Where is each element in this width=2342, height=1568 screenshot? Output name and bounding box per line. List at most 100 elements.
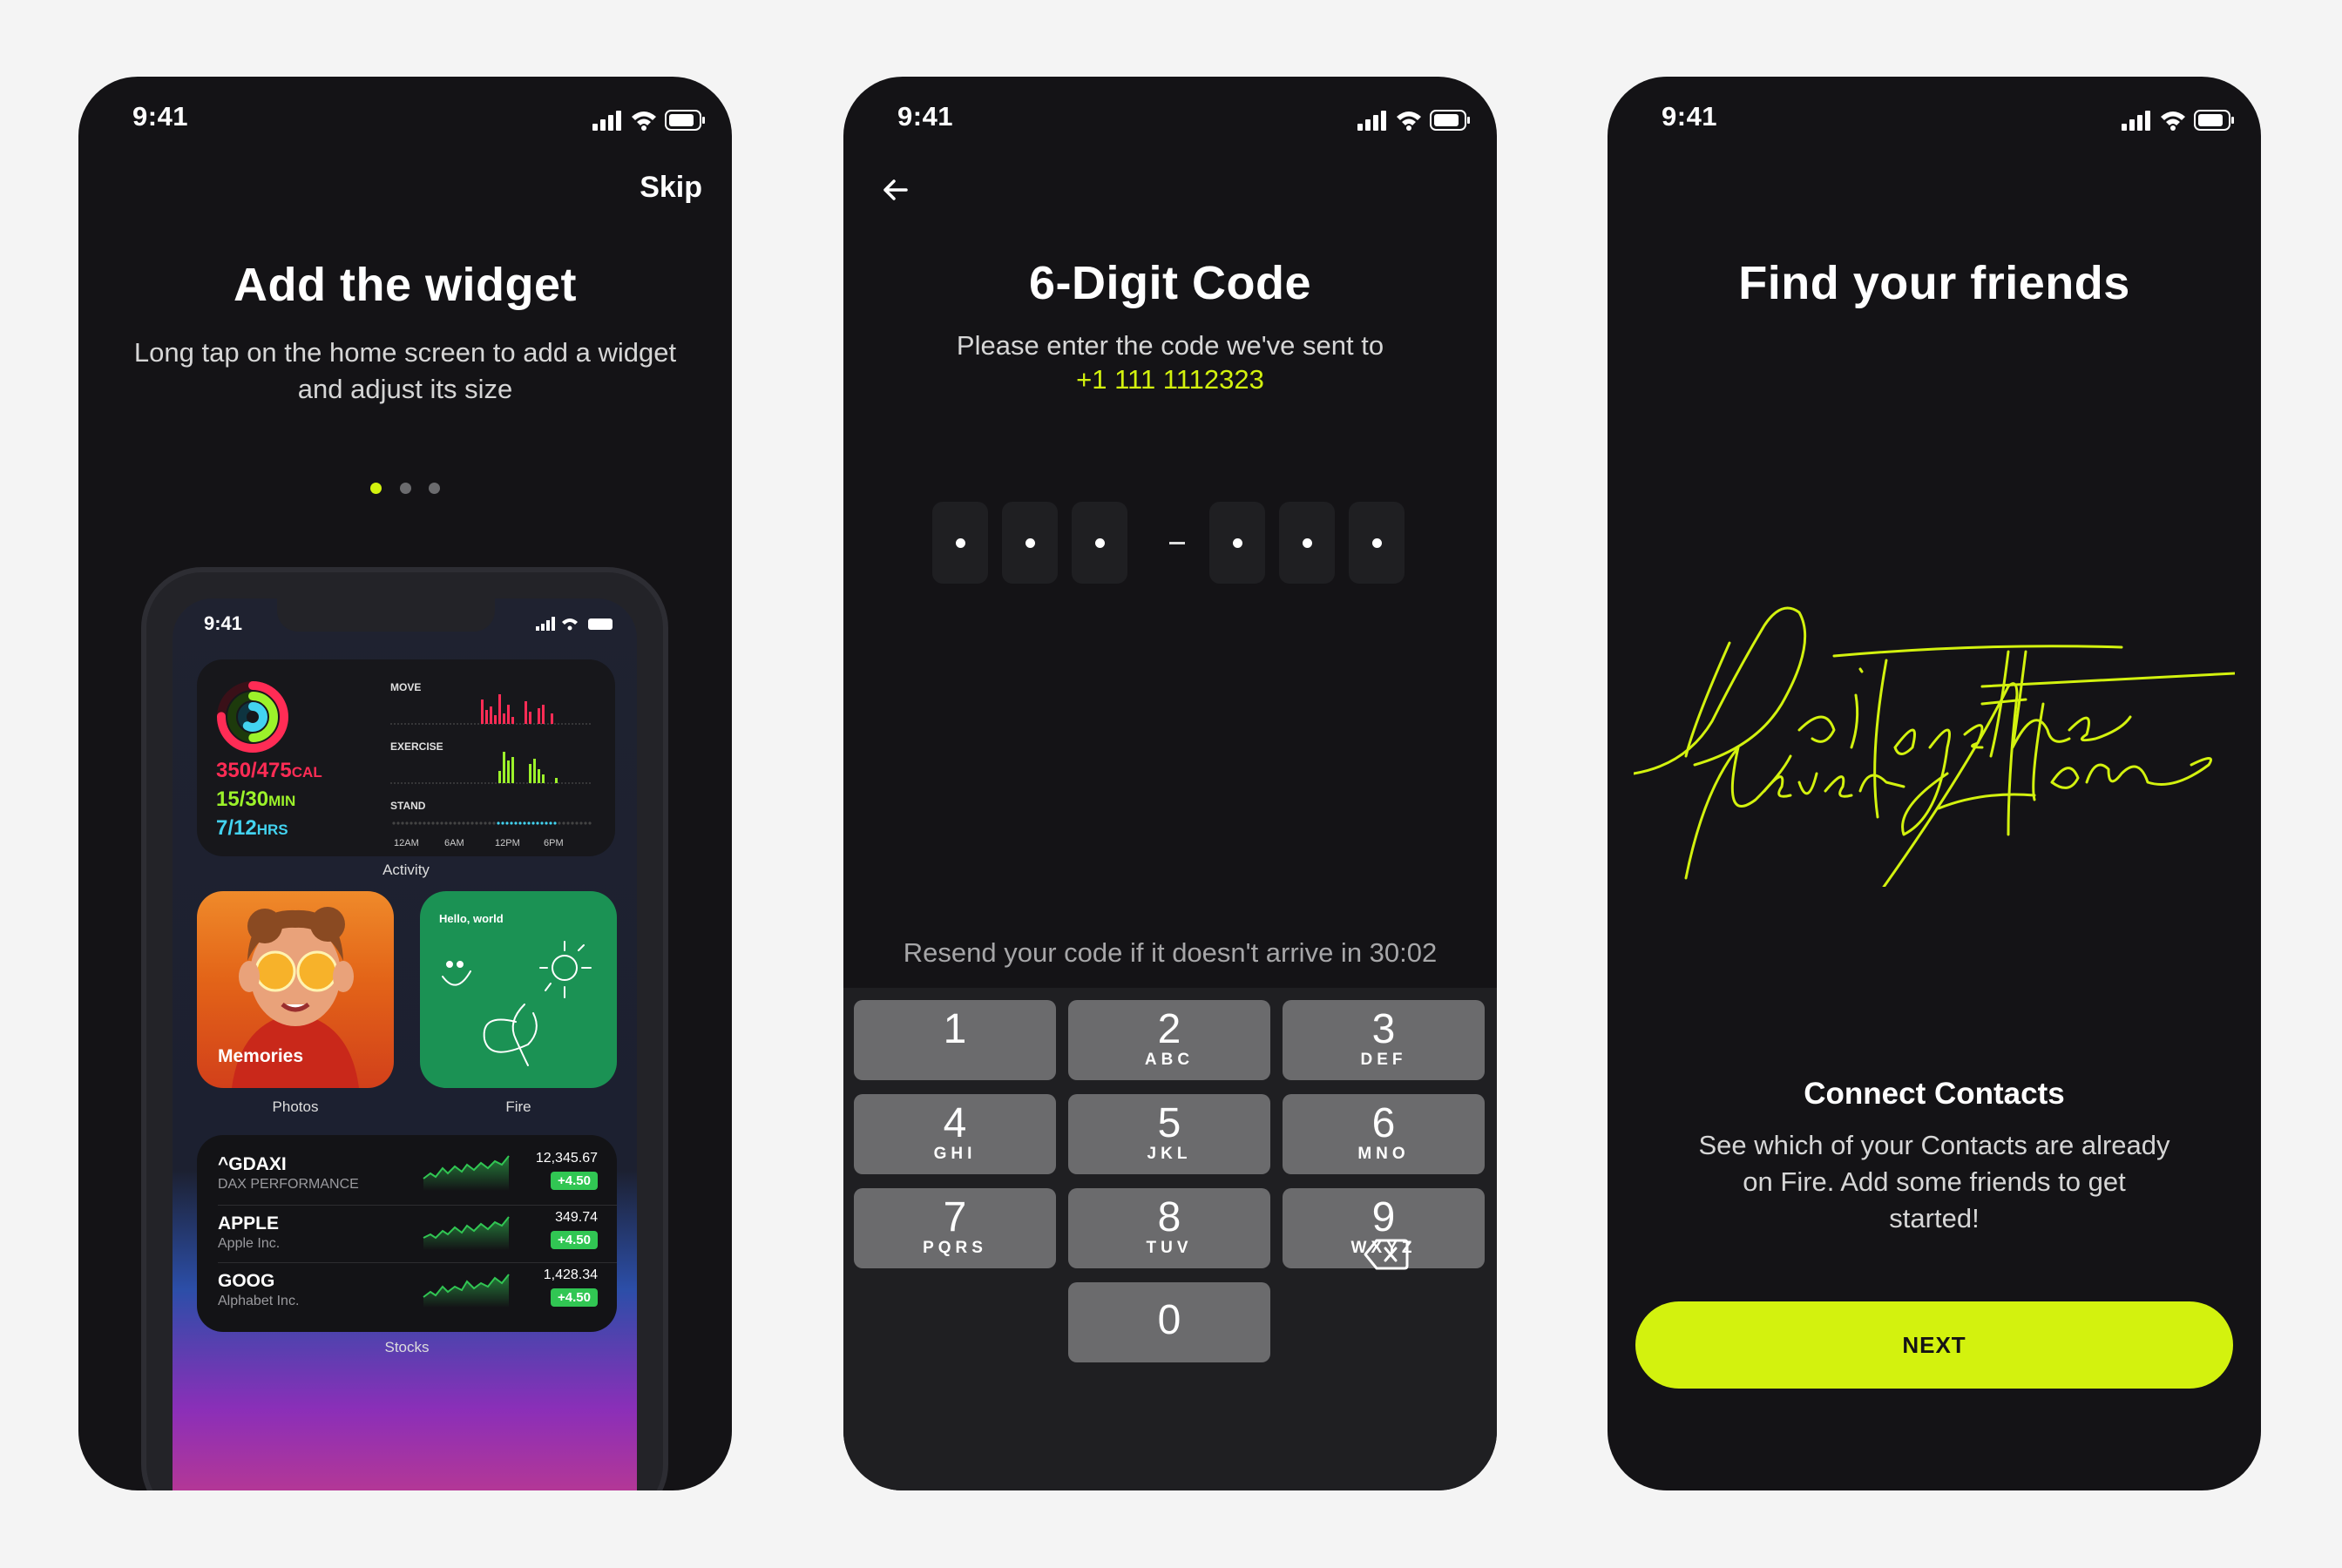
stand-dot	[405, 821, 409, 825]
stand-dot	[571, 821, 574, 825]
stand-dot	[510, 821, 513, 825]
code-digit-box[interactable]	[1349, 502, 1405, 584]
time-tick: 12AM	[394, 838, 419, 848]
status-bar: 9:41	[843, 77, 1497, 155]
stock-row[interactable]: GOOG Alphabet Inc. 1,428.34 +4.50	[197, 1262, 617, 1318]
stand-dot	[470, 821, 474, 825]
backspace-icon[interactable]	[1363, 1237, 1410, 1272]
code-digit-box[interactable]	[932, 502, 988, 584]
key-8[interactable]: 8 TUV	[1068, 1188, 1270, 1268]
activity-bar	[485, 710, 488, 724]
stand-dot	[423, 821, 426, 825]
stand-dot	[549, 821, 552, 825]
key-2[interactable]: 2 ABC	[1068, 1000, 1270, 1080]
stand-dot	[396, 821, 400, 825]
photos-widget-label: Photos	[272, 1098, 319, 1115]
key-3[interactable]: 3 DEF	[1283, 1000, 1485, 1080]
code-verification-screen: 9:41 6-Digit Code Please enter the code …	[843, 77, 1497, 1490]
stand-dot	[545, 821, 548, 825]
stand-dot	[540, 821, 544, 825]
code-digit-box[interactable]	[1209, 502, 1265, 584]
status-bar: 9:41	[1608, 77, 2261, 155]
activity-widget[interactable]: 350/475CAL 15/30MIN 7/12HRS MOVE EXERCIS…	[197, 659, 615, 856]
mockup-notch	[277, 598, 495, 632]
stock-name: Alphabet Inc.	[218, 1294, 300, 1308]
status-time: 9:41	[897, 101, 954, 132]
stand-dot	[484, 821, 487, 825]
exercise-label: EXERCISE	[390, 740, 443, 753]
page-dot[interactable]	[399, 483, 411, 494]
key-6[interactable]: 6 MNO	[1283, 1094, 1485, 1174]
code-input[interactable]	[932, 502, 1420, 584]
stand-dot	[575, 821, 579, 825]
key-0[interactable]: 0	[1068, 1282, 1270, 1362]
stock-symbol: ^GDAXI	[218, 1154, 287, 1174]
stand-dot	[566, 821, 570, 825]
time-tick: 6PM	[544, 838, 564, 848]
page-subtitle: Long tap on the home screen to add a wid…	[133, 337, 677, 404]
stock-row[interactable]: ^GDAXI DAX PERFORMANCE 12,345.67 +4.50	[197, 1146, 617, 1201]
stand-dot	[523, 821, 526, 825]
skip-button[interactable]: Skip	[640, 171, 702, 205]
activity-values: 350/475CAL 15/30MIN 7/12HRS	[216, 757, 322, 843]
activity-bar	[551, 713, 553, 724]
activity-bar	[503, 752, 505, 783]
doodle-drawing	[442, 941, 592, 1066]
find-friends-screen: 9:41 Find your friends Connect Contacts …	[1608, 77, 2261, 1490]
phone-mockup: 9:41 350/475CAL 15/30MIN 7/12HRS MOVE EX…	[141, 567, 668, 1490]
stand-dot	[527, 821, 531, 825]
activity-bar	[525, 701, 527, 724]
activity-bar	[498, 771, 501, 783]
fire-widget[interactable]: Hello, world	[420, 891, 617, 1088]
activity-bar	[542, 705, 545, 724]
status-bar: 9:41	[78, 77, 732, 155]
stand-dot	[505, 821, 509, 825]
status-time: 9:41	[1662, 101, 1718, 132]
page-dot-active[interactable]	[370, 483, 382, 494]
stand-dot	[488, 821, 491, 825]
stocks-widget-label: Stocks	[384, 1339, 430, 1355]
key-7[interactable]: 7 PQRS	[854, 1188, 1056, 1268]
status-time: 9:41	[132, 101, 189, 132]
numeric-keypad: 1 2 ABC 3 DEF 4 GHI 5 JKL 6 MNO 7 PQRS 8 TUV 9W…	[843, 988, 1497, 1490]
code-digit-box[interactable]	[1072, 502, 1127, 584]
stand-dot	[410, 821, 413, 825]
activity-bar	[511, 757, 514, 783]
code-digit-box[interactable]	[1002, 502, 1058, 584]
activity-bar	[529, 764, 531, 783]
stand-dot	[427, 821, 430, 825]
photos-widget[interactable]: Memories	[197, 891, 394, 1088]
next-button[interactable]: NEXT	[1635, 1301, 2233, 1389]
page-dot[interactable]	[428, 483, 440, 494]
key-5[interactable]: 5 JKL	[1068, 1094, 1270, 1174]
status-icons	[592, 110, 705, 131]
time-tick: 12PM	[495, 838, 520, 848]
stand-dot	[514, 821, 518, 825]
key-1[interactable]: 1	[854, 1000, 1056, 1080]
stand-dot	[431, 821, 435, 825]
phone-number: +1 111 1112323	[1076, 364, 1264, 395]
stock-row[interactable]: APPLE Apple Inc. 349.74 +4.50	[197, 1205, 617, 1260]
key-4[interactable]: 4 GHI	[854, 1094, 1056, 1174]
activity-bar	[555, 778, 558, 783]
back-arrow-icon[interactable]	[878, 172, 913, 207]
stand-dot	[453, 821, 457, 825]
activity-move: 350/475CAL	[216, 759, 322, 782]
activity-bar	[481, 700, 484, 724]
stock-sparkline	[423, 1274, 510, 1308]
stand-dots	[392, 821, 592, 825]
stocks-widget[interactable]: ^GDAXI DAX PERFORMANCE 12,345.67 +4.50 A…	[197, 1135, 617, 1332]
stock-value: 12,345.67	[535, 1151, 598, 1166]
stock-change: +4.50	[551, 1231, 598, 1249]
activity-bar	[503, 713, 505, 724]
connect-contacts-description: See which of your Contacts are already o…	[1698, 1130, 2170, 1233]
stand-dot	[401, 821, 404, 825]
code-digit-box[interactable]	[1279, 502, 1335, 584]
status-icons	[1357, 110, 1470, 131]
activity-bar	[490, 706, 492, 724]
page-title: Find your friends	[1738, 257, 2130, 309]
stand-dot	[440, 821, 443, 825]
memories-caption: Memories	[218, 1046, 304, 1066]
page-indicator	[78, 483, 732, 498]
stand-dot	[418, 821, 422, 825]
